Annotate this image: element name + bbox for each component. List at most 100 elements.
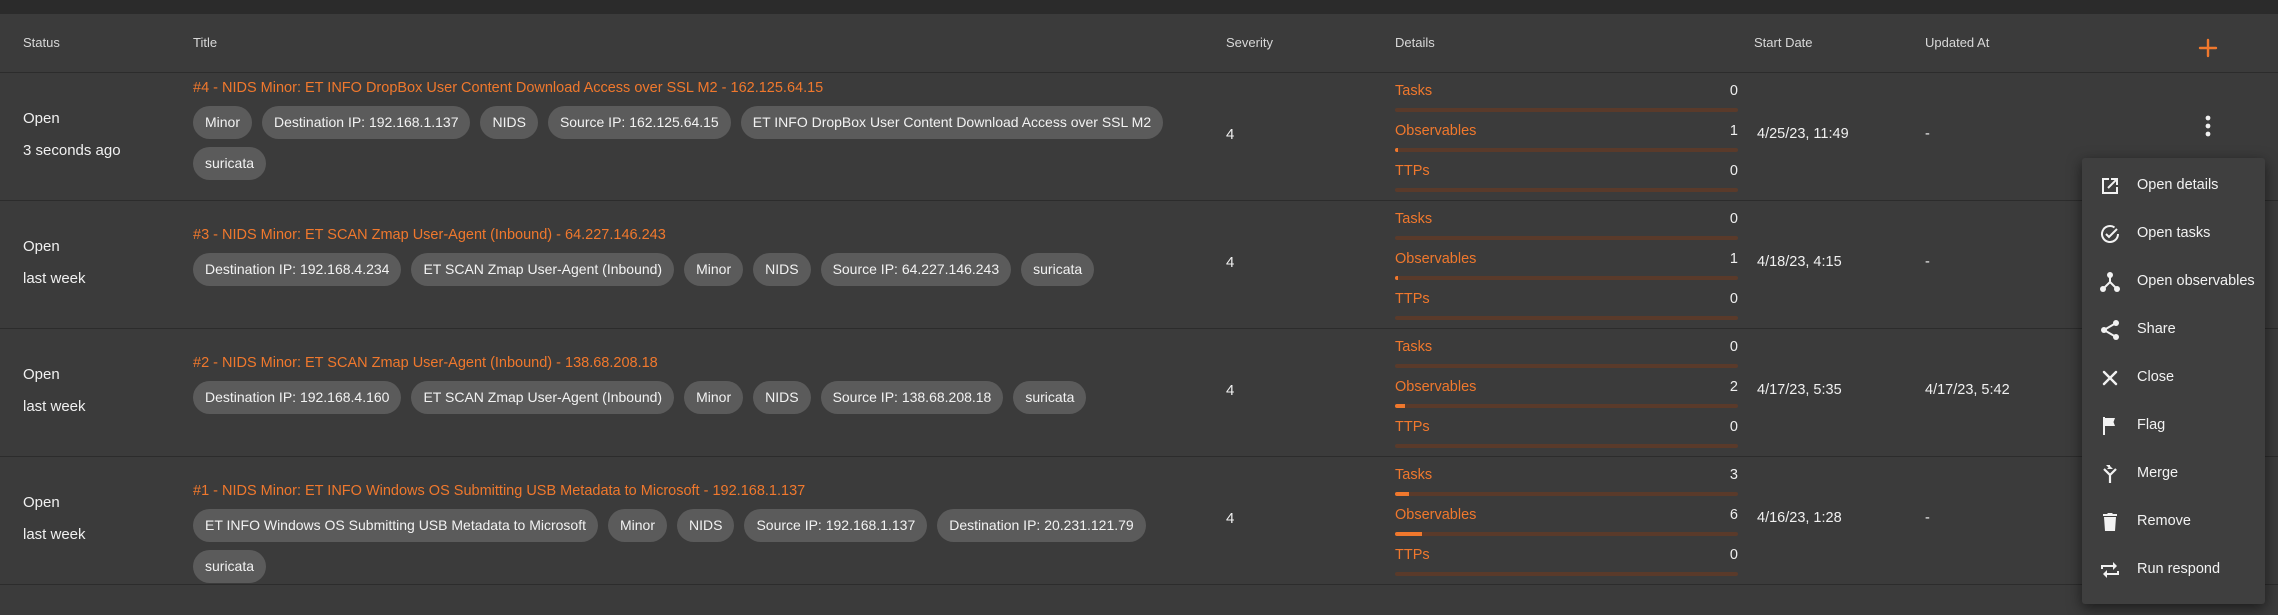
check-circle-icon (2101, 225, 2119, 243)
detail-ttps: TTPs 0 (1395, 291, 1738, 331)
tag[interactable]: NIDS (753, 253, 811, 286)
tag-list: ET INFO Windows OS Submitting USB Metada… (193, 509, 1223, 583)
tag[interactable]: Minor (607, 509, 667, 542)
column-header-updated-at[interactable]: Updated At (1925, 35, 1989, 50)
case-title-link[interactable]: #2 - NIDS Minor: ET SCAN Zmap User-Agent… (193, 355, 658, 371)
menu-item-flag[interactable]: Flag (2082, 404, 2265, 448)
tag[interactable]: Source IP: 162.125.64.15 (547, 106, 731, 139)
tag[interactable]: Minor (193, 106, 253, 139)
menu-item-open-tasks[interactable]: Open tasks (2082, 212, 2265, 256)
tag[interactable]: Destination IP: 20.231.121.79 (937, 509, 1146, 542)
detail-tasks: Tasks 0 (1395, 339, 1738, 379)
ttps-count: 0 (1729, 163, 1738, 179)
table-header: Status Title Severity Details Start Date… (0, 14, 2278, 73)
menu-item-open-details[interactable]: Open details (2082, 164, 2265, 208)
case-title-link[interactable]: #4 - NIDS Minor: ET INFO DropBox User Co… (193, 80, 823, 96)
tag[interactable]: Minor (684, 253, 744, 286)
tag[interactable]: Source IP: 192.168.1.137 (744, 509, 928, 542)
menu-item-label: Close (2137, 369, 2175, 385)
tag[interactable]: NIDS (480, 106, 538, 139)
tag[interactable]: ET SCAN Zmap User-Agent (Inbound) (411, 381, 675, 414)
tag[interactable]: suricata (1013, 381, 1087, 414)
more-vert-icon[interactable] (2198, 113, 2218, 139)
tag[interactable]: suricata (193, 147, 267, 180)
ttps-link[interactable]: TTPs (1395, 547, 1430, 563)
observables-link[interactable]: Observables (1395, 251, 1476, 267)
tag[interactable]: Source IP: 64.227.146.243 (820, 253, 1012, 286)
menu-item-open-observables[interactable]: Open observables (2082, 260, 2265, 304)
ttps-progress-bar (1395, 572, 1738, 576)
case-title-link[interactable]: #1 - NIDS Minor: ET INFO Windows OS Subm… (193, 483, 805, 499)
tag[interactable]: Minor (684, 381, 744, 414)
case-title-link[interactable]: #3 - NIDS Minor: ET SCAN Zmap User-Agent… (193, 227, 666, 243)
tasks-progress-bar (1395, 108, 1738, 112)
ttps-link[interactable]: TTPs (1395, 419, 1430, 435)
observables-progress-bar (1395, 404, 1738, 408)
table-row[interactable]: Open last week #2 - NIDS Minor: ET SCAN … (0, 329, 2278, 457)
tag[interactable]: Destination IP: 192.168.4.160 (193, 381, 402, 414)
tag[interactable]: ET SCAN Zmap User-Agent (Inbound) (411, 253, 675, 286)
menu-item-close[interactable]: Close (2082, 356, 2265, 400)
observables-link[interactable]: Observables (1395, 507, 1476, 523)
menu-item-label: Open observables (2137, 273, 2255, 289)
tasks-link[interactable]: Tasks (1395, 339, 1432, 355)
detail-observables: Observables 6 (1395, 507, 1738, 547)
ttps-progress-bar (1395, 316, 1738, 320)
column-header-severity[interactable]: Severity (1226, 35, 1273, 50)
column-header-details: Details (1395, 35, 1435, 50)
progress-fill (1395, 492, 1409, 496)
tasks-count: 0 (1729, 83, 1738, 99)
tag-list: Destination IP: 192.168.4.160 ET SCAN Zm… (193, 381, 1223, 414)
severity-value: 4 (1226, 254, 1235, 271)
tasks-count: 0 (1729, 339, 1738, 355)
status-text: Open (23, 494, 60, 511)
table-row[interactable]: Open last week #1 - NIDS Minor: ET INFO … (0, 457, 2278, 585)
merge-icon (2103, 465, 2117, 483)
menu-item-merge[interactable]: Merge (2082, 452, 2265, 496)
start-date: 4/16/23, 1:28 (1757, 510, 1842, 526)
table-row[interactable]: Open 3 seconds ago #4 - NIDS Minor: ET I… (0, 73, 2278, 201)
tag[interactable]: ET INFO Windows OS Submitting USB Metada… (193, 509, 598, 542)
ttps-link[interactable]: TTPs (1395, 291, 1430, 307)
menu-item-share[interactable]: Share (2082, 308, 2265, 352)
column-header-status[interactable]: Status (23, 35, 60, 50)
flag-icon (2103, 417, 2115, 435)
observables-count: 2 (1729, 379, 1738, 395)
observables-link[interactable]: Observables (1395, 123, 1476, 139)
tasks-count: 0 (1729, 211, 1738, 227)
ttps-link[interactable]: TTPs (1395, 163, 1430, 179)
tasks-link[interactable]: Tasks (1395, 467, 1432, 483)
menu-item-run-respond[interactable]: Run respond (2082, 548, 2265, 592)
updated-at: 4/17/23, 5:42 (1925, 382, 2010, 398)
progress-fill (1395, 276, 1399, 280)
tag[interactable]: Source IP: 138.68.208.18 (820, 381, 1004, 414)
tag[interactable]: NIDS (753, 381, 811, 414)
tasks-link[interactable]: Tasks (1395, 83, 1432, 99)
detail-ttps: TTPs 0 (1395, 547, 1738, 587)
tasks-progress-bar (1395, 364, 1738, 368)
tag[interactable]: NIDS (677, 509, 735, 542)
menu-item-remove[interactable]: Remove (2082, 500, 2265, 544)
share-icon (2101, 320, 2119, 340)
detail-tasks: Tasks 0 (1395, 211, 1738, 251)
start-date: 4/18/23, 4:15 (1757, 254, 1842, 270)
start-date: 4/25/23, 11:49 (1757, 126, 1849, 142)
tag[interactable]: suricata (1021, 253, 1095, 286)
tag[interactable]: ET INFO DropBox User Content Download Ac… (740, 106, 1164, 139)
status-time: last week (23, 270, 86, 287)
plus-icon[interactable] (2196, 36, 2220, 60)
tag[interactable]: Destination IP: 192.168.1.137 (262, 106, 471, 139)
detail-ttps: TTPs 0 (1395, 419, 1738, 459)
column-header-title[interactable]: Title (193, 35, 217, 50)
tasks-progress-bar (1395, 492, 1738, 496)
tasks-link[interactable]: Tasks (1395, 211, 1432, 227)
column-header-start-date[interactable]: Start Date (1754, 35, 1813, 50)
tasks-count: 3 (1729, 467, 1738, 483)
detail-tasks: Tasks 3 (1395, 467, 1738, 507)
tag[interactable]: Destination IP: 192.168.4.234 (193, 253, 402, 286)
trash-icon (2103, 513, 2117, 531)
observables-link[interactable]: Observables (1395, 379, 1476, 395)
tag[interactable]: suricata (193, 550, 267, 583)
table-row[interactable]: Open last week #3 - NIDS Minor: ET SCAN … (0, 201, 2278, 329)
open-in-new-icon (2102, 178, 2118, 194)
